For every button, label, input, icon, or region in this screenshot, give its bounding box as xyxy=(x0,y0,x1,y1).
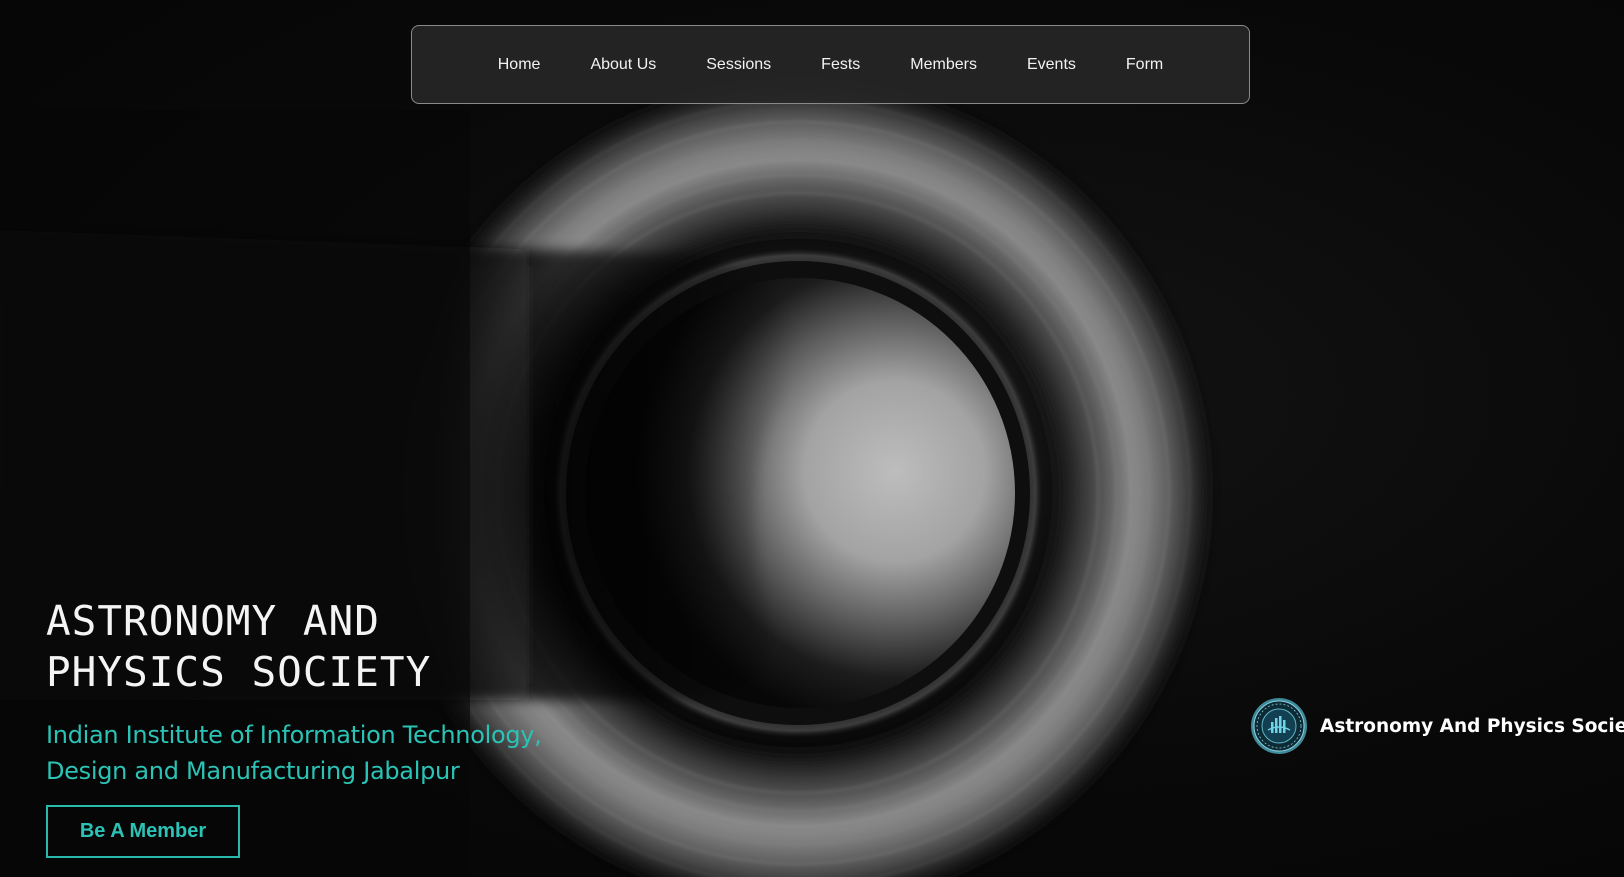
brand-name: Astronomy And Physics Society xyxy=(1320,715,1624,737)
nav-item-home[interactable]: Home xyxy=(473,50,566,80)
hero-title-line-2: PHYSICS SOCIETY xyxy=(46,648,432,696)
hero-subtitle-line-1: Indian Institute of Information Technolo… xyxy=(46,721,542,749)
nav-item-events[interactable]: Events xyxy=(1002,50,1101,80)
hero-subtitle-line-2: Design and Manufacturing Jabalpur xyxy=(46,757,460,785)
nav-item-fests[interactable]: Fests xyxy=(796,50,885,80)
nav-item-form[interactable]: Form xyxy=(1101,50,1188,80)
hero-title: ASTRONOMY AND PHYSICS SOCIETY xyxy=(46,596,431,698)
society-logo-icon xyxy=(1251,698,1307,754)
hero-title-line-1: ASTRONOMY AND xyxy=(46,597,380,645)
main-navbar: Home About Us Sessions Fests Members Eve… xyxy=(411,25,1250,104)
nav-item-sessions[interactable]: Sessions xyxy=(681,50,796,80)
landing-page: Home About Us Sessions Fests Members Eve… xyxy=(0,0,1624,877)
brand-badge[interactable]: Astronomy And Physics Society xyxy=(1250,697,1624,755)
be-a-member-button[interactable]: Be A Member xyxy=(46,805,240,858)
nav-menu: Home About Us Sessions Fests Members Eve… xyxy=(473,50,1188,80)
nav-item-about-us[interactable]: About Us xyxy=(565,50,681,80)
nav-item-members[interactable]: Members xyxy=(885,50,1002,80)
hero-subtitle: Indian Institute of Information Technolo… xyxy=(46,717,542,789)
